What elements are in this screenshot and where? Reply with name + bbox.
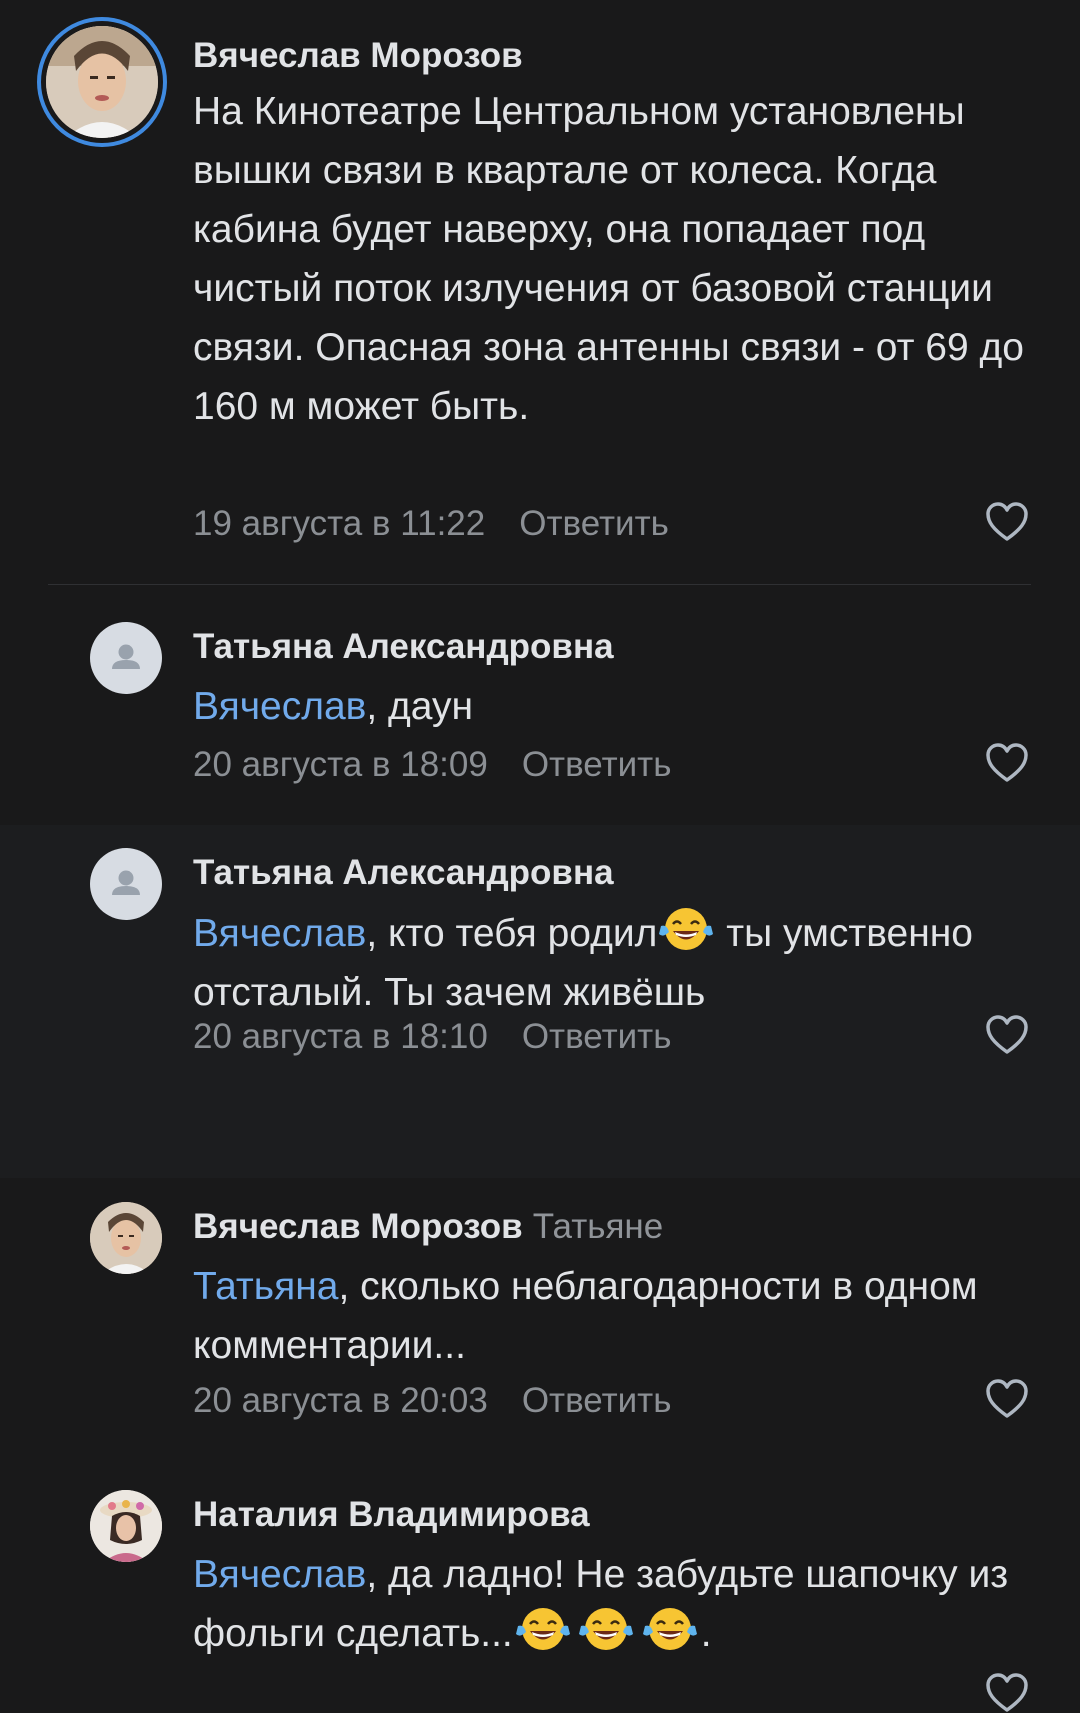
comment-author[interactable]: Вячеслав Морозов (193, 36, 523, 76)
user-photo-icon (90, 1202, 162, 1274)
comment-1: Вячеслав Морозов На Кинотеатре Центральн… (0, 0, 1080, 585)
avatar[interactable] (90, 1202, 162, 1274)
like-icon[interactable] (985, 743, 1029, 783)
comment-5: Наталия Владимирова Вячеслав, да ладно! … (0, 1463, 1080, 1712)
comment-date[interactable]: 20 августа в 20:03 (193, 1381, 488, 1420)
comment-meta: 20 августа в 20:03 Ответить (193, 1381, 671, 1421)
comment-text: Вячеслав, даун (193, 677, 1033, 736)
mention-link[interactable]: Вячеслав (193, 685, 366, 728)
avatar[interactable] (90, 1490, 162, 1562)
reply-button[interactable]: Ответить (522, 1381, 672, 1420)
reply-button[interactable]: Ответить (522, 745, 672, 784)
avatar[interactable] (90, 622, 162, 694)
reply-button[interactable]: Ответить (519, 504, 669, 543)
comment-meta: 19 августа в 11:22 Ответить (193, 504, 669, 544)
mention-link[interactable]: Татьяна (193, 1265, 338, 1308)
comment-4: Вячеслав Морозов Татьяне Татьяна, сколько… (0, 1178, 1080, 1463)
comment-author[interactable]: Наталия Владимирова (193, 1495, 590, 1535)
comment-body: , кто тебя родил (366, 912, 658, 955)
user-placeholder-icon (112, 644, 140, 669)
reply-button[interactable]: Ответить (522, 1017, 672, 1056)
comment-text: На Кинотеатре Центральном установлены вы… (193, 90, 1024, 428)
like-icon[interactable] (985, 1673, 1029, 1713)
comment-author: Вячеслав Морозов Татьяне (193, 1207, 663, 1247)
avatar[interactable] (90, 848, 162, 920)
like-icon[interactable] (985, 502, 1029, 542)
mention-link[interactable]: Вячеслав (193, 1553, 366, 1596)
avatar-story-ring[interactable] (37, 17, 167, 147)
face-with-tears-of-joy-icon (642, 1608, 697, 1650)
reply-to-label[interactable]: Татьяне (533, 1207, 664, 1246)
comment-3: Татьяна Александровна Вячеслав, кто тебя… (0, 825, 1080, 1178)
comment-meta: 20 августа в 18:10 Ответить (193, 1017, 671, 1057)
comment-body-end: . (700, 1612, 712, 1655)
comment-text: Вячеслав, да ладно! Не забудьте шапочку … (193, 1545, 1033, 1663)
face-with-tears-of-joy-icon (659, 908, 714, 950)
avatar (46, 26, 158, 138)
author-name[interactable]: Вячеслав Морозов (193, 1207, 523, 1246)
mention-link[interactable]: Вячеслав (193, 912, 366, 955)
comment-2: Татьяна Александровна Вячеслав, даун 20 … (0, 585, 1080, 825)
like-icon[interactable] (985, 1015, 1029, 1055)
face-with-tears-of-joy-icon (578, 1608, 633, 1650)
face-with-tears-of-joy-icon (515, 1608, 570, 1650)
comment-date[interactable]: 20 августа в 18:10 (193, 1017, 488, 1056)
comment-date[interactable]: 19 августа в 11:22 (193, 504, 485, 543)
comment-author[interactable]: Татьяна Александровна (193, 627, 614, 667)
user-placeholder-icon (112, 870, 140, 895)
comment-body: , даун (366, 685, 474, 728)
user-photo-icon (46, 26, 158, 138)
comment-date[interactable]: 20 августа в 18:09 (193, 745, 488, 784)
comment-author[interactable]: Татьяна Александровна (193, 853, 614, 893)
like-icon[interactable] (985, 1379, 1029, 1419)
comment-meta: 20 августа в 18:09 Ответить (193, 745, 671, 785)
comment-text: Татьяна, сколько неблагодарности в одном… (193, 1257, 1033, 1375)
comment-text: Вячеслав, кто тебя родил ты умственно от… (193, 904, 1033, 1022)
user-photo-icon (90, 1490, 162, 1562)
